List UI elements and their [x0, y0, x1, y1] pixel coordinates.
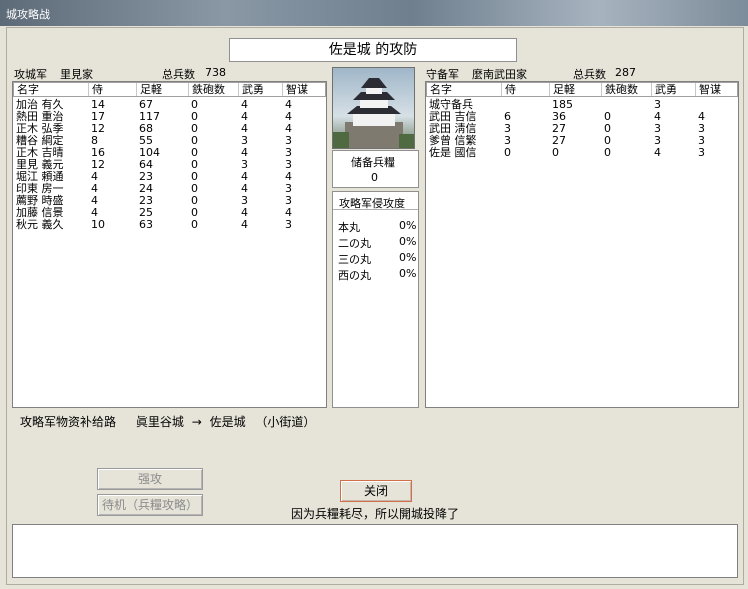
assault-button[interactable]: 强攻	[97, 468, 203, 490]
message-log[interactable]	[12, 524, 738, 578]
invasion-box: 攻略军侵攻度 本丸 0% 二の丸 0% 三の丸 0% 西の丸 0%	[332, 191, 419, 408]
col-samurai[interactable]: 侍	[89, 83, 137, 96]
col-ashigaru[interactable]: 足軽	[550, 83, 602, 96]
defense-total-label: 总兵数	[573, 68, 606, 81]
attack-table-header: 名字 侍 足軽 鉄砲数 武勇 智谋	[13, 82, 326, 97]
attack-total-label: 总兵数	[162, 68, 195, 81]
cell-valor: 4	[241, 218, 248, 231]
invasion-name: 本丸	[338, 221, 360, 234]
invasion-value: 0%	[399, 267, 417, 280]
wait-siege-button[interactable]: 待机（兵糧攻略）	[97, 494, 203, 516]
col-guns[interactable]: 鉄砲数	[602, 83, 652, 96]
cell-guns: 0	[191, 218, 198, 231]
cell-valor: 4	[654, 146, 661, 159]
attack-total: 738	[205, 66, 226, 79]
cell-name: 秋元 義久	[16, 218, 64, 231]
attack-side-label: 攻城军	[14, 68, 47, 81]
col-valor[interactable]: 武勇	[239, 83, 283, 96]
window-title: 城攻略战	[6, 8, 50, 21]
attack-table[interactable]: 名字 侍 足軽 鉄砲数 武勇 智谋 加治 有久 14 67 0 4 4 熱田 重治 17 117…	[12, 81, 327, 408]
col-intellect[interactable]: 智谋	[283, 83, 324, 96]
status-message: 因为兵糧耗尽，所以開城投降了	[291, 507, 460, 521]
col-ashigaru[interactable]: 足軽	[137, 83, 189, 96]
defense-clan: 麼南武田家	[472, 68, 527, 81]
table-row[interactable]: 佐是 國信 0 0 0 4 3	[426, 147, 726, 159]
provisions-label: 储备兵糧	[351, 156, 395, 169]
castle-icon	[333, 78, 414, 148]
col-name[interactable]: 名字	[427, 83, 502, 96]
col-name[interactable]: 名字	[14, 83, 89, 96]
cell-intellect: 3	[698, 146, 705, 159]
invasion-value: 0%	[399, 235, 417, 248]
battle-title: 佐是城 的攻防	[229, 38, 517, 62]
supply-road: （小街道）	[255, 415, 316, 429]
invasion-value: 0%	[399, 251, 417, 264]
col-intellect[interactable]: 智谋	[696, 83, 737, 96]
invasion-name: 二の丸	[338, 237, 371, 250]
col-valor[interactable]: 武勇	[652, 83, 696, 96]
cell-samurai: 10	[91, 218, 105, 231]
title-bar: 城攻略战	[0, 0, 748, 26]
castle-image	[332, 67, 415, 149]
cell-samurai: 0	[504, 146, 511, 159]
invasion-name: 三の丸	[338, 253, 371, 266]
cell-intellect: 3	[285, 218, 292, 231]
defense-side-label: 守备军	[426, 68, 459, 81]
defense-table-header: 名字 侍 足軽 鉄砲数 武勇 智谋	[426, 82, 738, 97]
table-row[interactable]: 秋元 義久 10 63 0 4 3	[13, 219, 313, 231]
invasion-name: 西の丸	[338, 269, 371, 282]
cell-guns: 0	[604, 146, 611, 159]
provisions-value: 0	[371, 171, 378, 184]
defense-table[interactable]: 名字 侍 足軽 鉄砲数 武勇 智谋 城守备兵 185 3 武田 吉信 6 36 0 4 4 武田 …	[425, 81, 739, 408]
col-guns[interactable]: 鉄砲数	[189, 83, 239, 96]
supply-label: 攻略军物资补给路	[20, 415, 117, 429]
invasion-value: 0%	[399, 219, 417, 232]
supply-from: 眞里谷城	[135, 415, 184, 429]
defense-total: 287	[615, 66, 636, 79]
arrow-icon: →	[191, 415, 202, 429]
col-samurai[interactable]: 侍	[502, 83, 550, 96]
attack-clan: 里見家	[60, 68, 93, 81]
supply-route: 攻略军物资补给路 眞里谷城 → 佐是城 （小街道）	[20, 413, 315, 430]
cell-ashigaru: 63	[139, 218, 153, 231]
cell-name: 佐是 國信	[429, 146, 477, 159]
close-button[interactable]: 关闭	[340, 480, 412, 502]
cell-ashigaru: 0	[552, 146, 559, 159]
provisions-box: 储备兵糧 0	[332, 150, 419, 188]
supply-to: 佐是城	[209, 415, 246, 429]
